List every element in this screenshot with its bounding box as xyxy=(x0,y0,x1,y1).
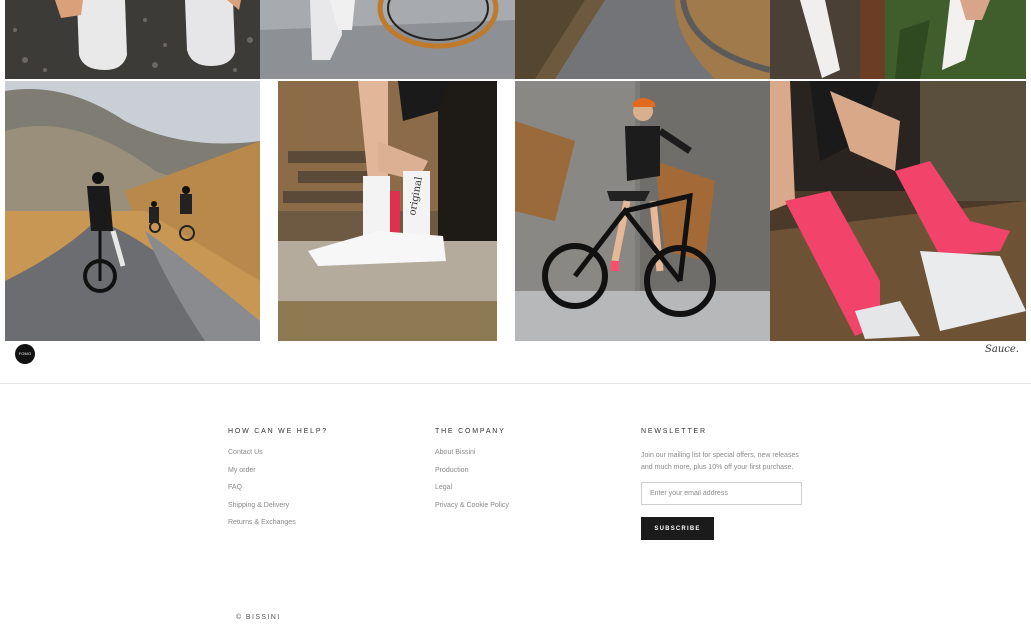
footer-link-returns-exchanges[interactable]: Returns & Exchanges xyxy=(228,519,328,537)
gallery-photo-shoes-gravel[interactable] xyxy=(5,0,260,79)
gallery-photo-socks-grass[interactable] xyxy=(770,0,1026,79)
newsletter-email-input[interactable] xyxy=(641,482,802,505)
footer-link-faq[interactable]: FAQ xyxy=(228,484,328,502)
company-column-title: THE COMPANY xyxy=(435,428,506,435)
footer-link-legal[interactable]: Legal xyxy=(435,484,509,502)
footer-help-column: HOW CAN WE HELP? Contact Us My order FAQ… xyxy=(228,428,328,537)
newsletter-description: Join our mailing list for special offers… xyxy=(641,452,799,471)
footer-link-my-order[interactable]: My order xyxy=(228,467,328,485)
footer-divider xyxy=(0,383,1031,384)
gallery-photo-bike-wheel[interactable] xyxy=(260,0,515,79)
gallery-photo-road[interactable] xyxy=(515,0,770,79)
footer-link-privacy-cookie-policy[interactable]: Privacy & Cookie Policy xyxy=(435,502,509,520)
gallery-photo-pulling-sock[interactable]: original xyxy=(278,81,497,341)
footer-link-production[interactable]: Production xyxy=(435,467,509,485)
gallery-photo-pink-socks[interactable] xyxy=(770,81,1026,341)
footer-link-contact-us[interactable]: Contact Us xyxy=(228,449,328,467)
fomo-badge[interactable]: FOMO xyxy=(15,344,35,364)
gallery-photo-cyclists-valley[interactable] xyxy=(5,81,260,341)
footer-link-shipping-delivery[interactable]: Shipping & Delivery xyxy=(228,502,328,520)
copyright: © BISSINI xyxy=(236,614,281,621)
footer-link-about-bissini[interactable]: About Bissini xyxy=(435,449,509,467)
newsletter-title: NEWSLETTER xyxy=(641,428,707,435)
help-column-title: HOW CAN WE HELP? xyxy=(228,428,328,435)
gallery-photo-cyclist-bike[interactable] xyxy=(515,81,770,341)
footer-company-column: THE COMPANY About Bissini Production Leg… xyxy=(435,428,509,519)
sauce-logo[interactable]: Sauce. xyxy=(985,344,1019,355)
subscribe-button[interactable]: SUBSCRIBE xyxy=(641,517,714,540)
